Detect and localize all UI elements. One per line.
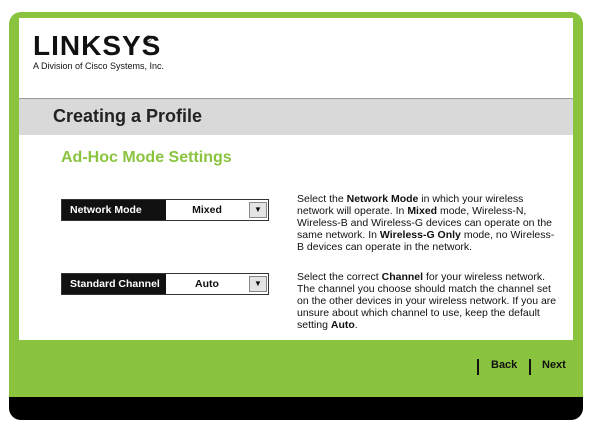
standard-channel-dropdown-button[interactable]: ▼ <box>249 276 267 292</box>
network-mode-select[interactable]: Network Mode Mixed ▼ <box>61 199 269 221</box>
section-title: Ad-Hoc Mode Settings <box>61 149 232 166</box>
network-mode-label: Network Mode <box>62 200 166 220</box>
chevron-down-icon: ▼ <box>254 205 262 214</box>
channel-help: Select the correct Channel for your wire… <box>297 271 557 331</box>
page-title: Creating a Profile <box>53 106 203 126</box>
network-mode-dropdown-button[interactable]: ▼ <box>249 202 267 218</box>
next-button[interactable]: Next <box>542 359 566 371</box>
title-bar: Creating a Profile <box>19 98 573 136</box>
standard-channel-label: Standard Channel <box>62 274 166 294</box>
main-content: Ad-Hoc Mode Settings Network Mode Mixed … <box>19 135 573 340</box>
standard-channel-value[interactable]: Auto <box>166 274 248 294</box>
navigation-bar: Back Next <box>19 340 573 396</box>
nav-separator <box>477 359 479 375</box>
logo-registered-mark: ® <box>145 34 152 44</box>
footer-bar <box>9 397 583 420</box>
chevron-down-icon: ▼ <box>254 279 262 288</box>
logo-tagline: A Division of Cisco Systems, Inc. <box>33 61 165 71</box>
header: LINKSYS ® A Division of Cisco Systems, I… <box>19 18 573 98</box>
wizard-frame: LINKSYS ® A Division of Cisco Systems, I… <box>9 12 583 420</box>
nav-separator <box>529 359 531 375</box>
linksys-logo: LINKSYS ® A Division of Cisco Systems, I… <box>33 32 165 72</box>
standard-channel-select[interactable]: Standard Channel Auto ▼ <box>61 273 269 295</box>
back-button[interactable]: Back <box>491 359 517 371</box>
network-mode-help: Select the Network Mode in which your wi… <box>297 193 555 253</box>
network-mode-value[interactable]: Mixed <box>166 200 248 220</box>
